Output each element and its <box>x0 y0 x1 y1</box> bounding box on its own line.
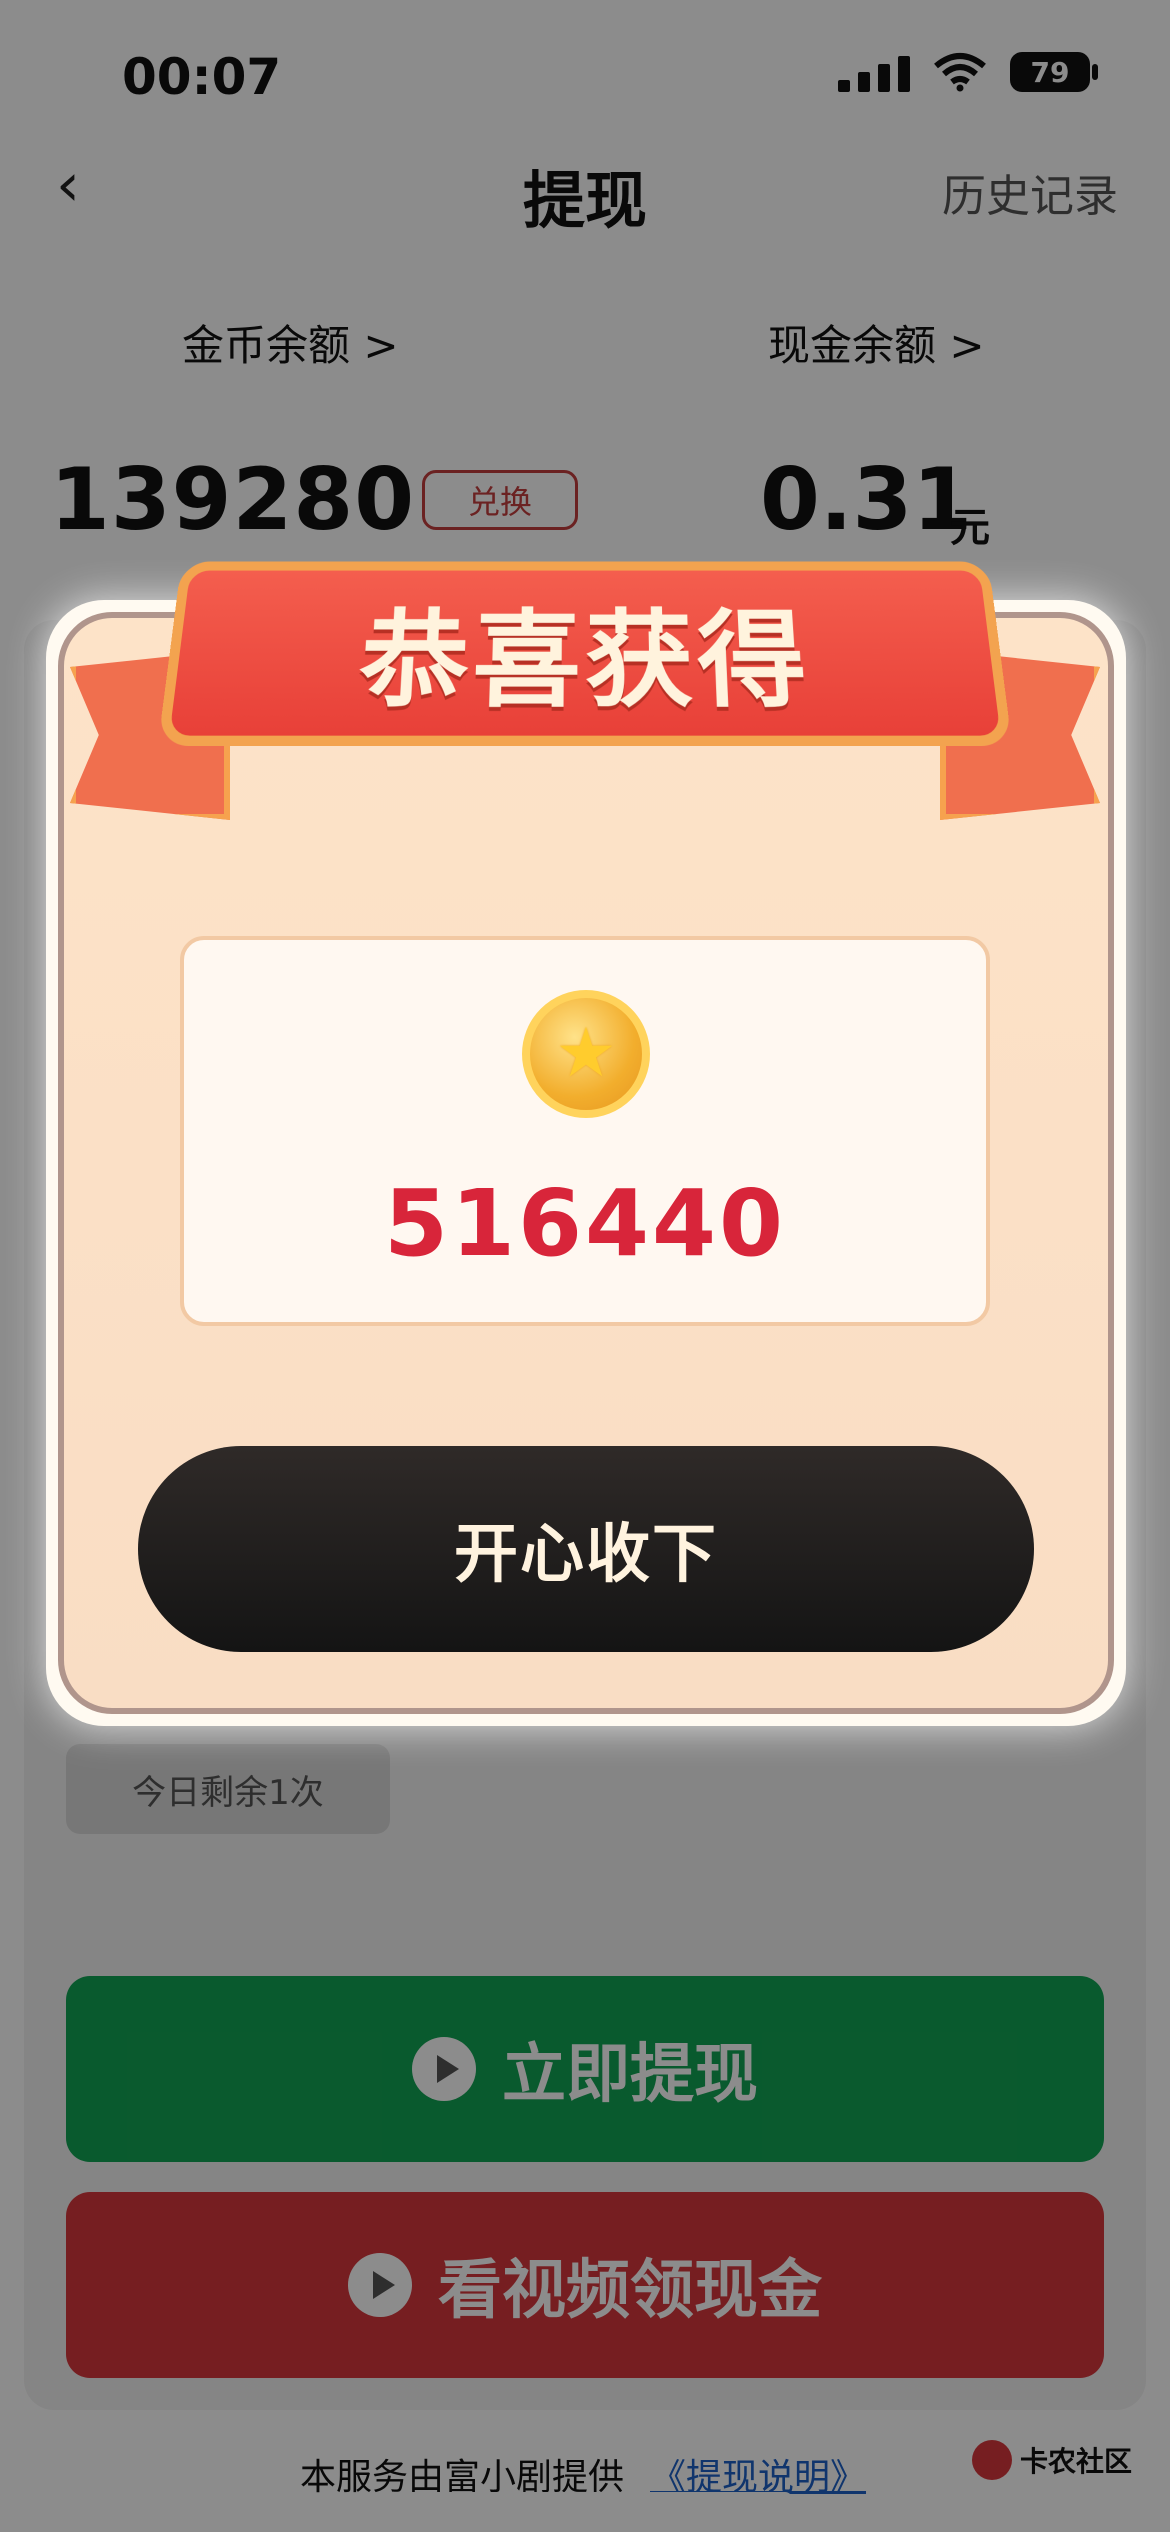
reward-ribbon: 恭喜获得 <box>157 561 1013 746</box>
coin-icon: ★ <box>522 990 650 1118</box>
accept-button[interactable]: 开心收下 <box>138 1446 1034 1652</box>
reward-title: 恭喜获得 <box>355 600 814 723</box>
prize-amount: 516440 <box>383 1170 787 1277</box>
